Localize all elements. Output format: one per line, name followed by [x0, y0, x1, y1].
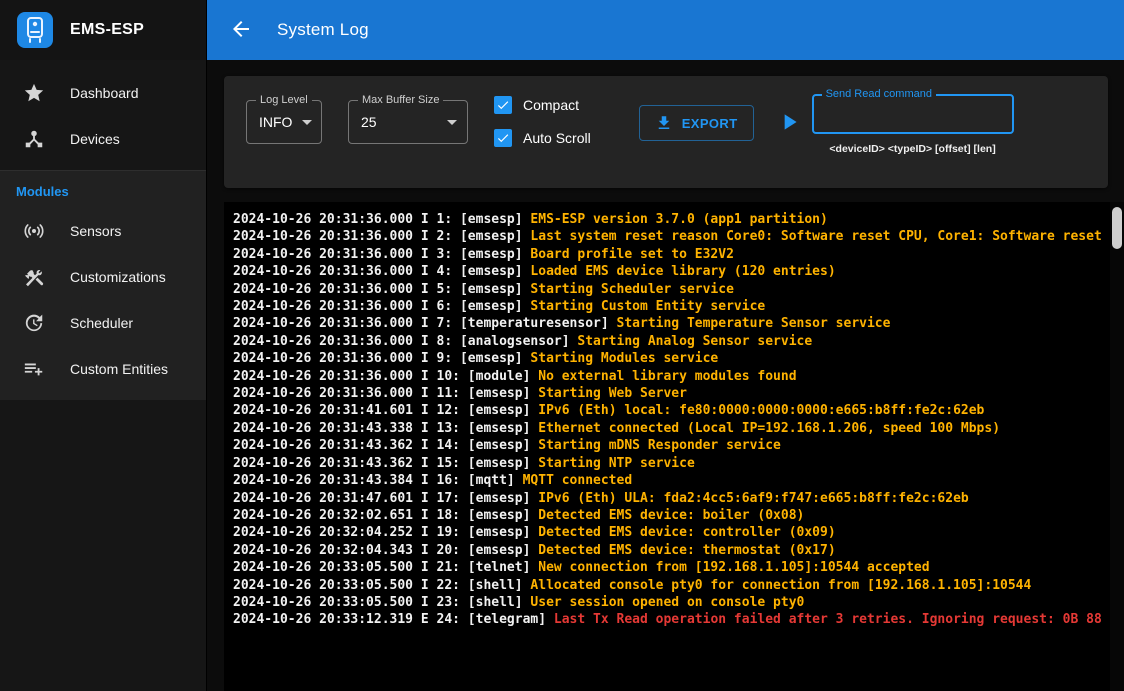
log-scrollbar-thumb[interactable]	[1112, 207, 1122, 249]
compact-label: Compact	[523, 97, 579, 113]
sidebar-item-scheduler[interactable]: Scheduler	[0, 300, 206, 346]
sidebar-item-label: Sensors	[70, 223, 121, 239]
sidebar: EMS-ESP Dashboard Devices Modules	[0, 0, 207, 691]
log-scrollbar	[1110, 202, 1124, 691]
sidebar-item-label: Dashboard	[70, 85, 139, 101]
log-line: 2024-10-26 20:31:36.000 I 8: [analogsens…	[233, 333, 1110, 350]
sidebar-modules-group: Modules Sensors	[0, 170, 206, 400]
log-line: 2024-10-26 20:31:43.384 I 16: [mqtt] MQT…	[233, 472, 1110, 489]
log-line: 2024-10-26 20:31:36.000 I 7: [temperatur…	[233, 315, 1110, 332]
log-line: 2024-10-26 20:31:36.000 I 1: [emsesp] EM…	[233, 211, 1110, 228]
main-area: System Log Log Level INFO Max Buffer Siz…	[207, 0, 1124, 691]
max-buffer-select[interactable]: Max Buffer Size 25	[348, 100, 468, 144]
star-icon	[22, 81, 46, 105]
send-read-command-label: Send Read command	[822, 88, 936, 100]
sidebar-header: EMS-ESP	[0, 0, 206, 60]
sidebar-item-label: Devices	[70, 131, 120, 147]
log-line: 2024-10-26 20:33:05.500 I 22: [shell] Al…	[233, 577, 1110, 594]
app-root: EMS-ESP Dashboard Devices Modules	[0, 0, 1124, 691]
send-command-button[interactable]	[776, 109, 802, 135]
log-line: 2024-10-26 20:31:47.601 I 17: [emsesp] I…	[233, 490, 1110, 507]
log-line: 2024-10-26 20:33:05.500 I 21: [telnet] N…	[233, 559, 1110, 576]
log-line: 2024-10-26 20:31:36.000 I 11: [emsesp] S…	[233, 385, 1110, 402]
send-read-command-field: Send Read command	[812, 94, 1014, 134]
log-panel: 2024-10-26 20:31:36.000 I 1: [emsesp] EM…	[224, 202, 1124, 691]
log-level-label: Log Level	[256, 94, 312, 106]
log-line: 2024-10-26 20:33:12.319 E 24: [telegram]…	[233, 611, 1110, 628]
compact-checkbox[interactable]: Compact	[494, 96, 591, 114]
send-command-helper-text: <deviceID> <typeID> [offset] [len]	[812, 143, 1014, 155]
log-level-select[interactable]: Log Level INFO	[246, 100, 322, 144]
ems-esp-logo-icon	[16, 11, 54, 49]
page-title: System Log	[277, 20, 369, 40]
arrow-back-icon	[229, 17, 253, 44]
auto-scroll-checkbox[interactable]: Auto Scroll	[494, 129, 591, 147]
send-read-command-input[interactable]	[824, 105, 1002, 123]
send-command-group: Send Read command <deviceID> <typeID> [o…	[812, 94, 1014, 155]
log-level-value: INFO	[259, 114, 292, 130]
log-line: 2024-10-26 20:32:04.343 I 20: [emsesp] D…	[233, 542, 1110, 559]
sidebar-item-label: Scheduler	[70, 315, 133, 331]
sensors-icon	[22, 219, 46, 243]
log-line: 2024-10-26 20:32:04.252 I 19: [emsesp] D…	[233, 524, 1110, 541]
download-icon	[655, 114, 673, 132]
log-line: 2024-10-26 20:32:02.651 I 18: [emsesp] D…	[233, 507, 1110, 524]
construction-tools-icon	[22, 265, 46, 289]
app-title: EMS-ESP	[70, 21, 144, 39]
sidebar-nav-top: Dashboard Devices	[0, 60, 206, 170]
log-line: 2024-10-26 20:31:36.000 I 2: [emsesp] La…	[233, 228, 1110, 245]
content: Log Level INFO Max Buffer Size 25 Compac…	[207, 60, 1124, 691]
log-line: 2024-10-26 20:31:36.000 I 9: [emsesp] St…	[233, 350, 1110, 367]
sidebar-item-label: Custom Entities	[70, 361, 168, 377]
log-output: 2024-10-26 20:31:36.000 I 1: [emsesp] EM…	[224, 202, 1124, 691]
back-button[interactable]	[227, 16, 255, 44]
checkbox-checked-icon	[494, 96, 512, 114]
export-label: EXPORT	[682, 116, 738, 131]
log-line: 2024-10-26 20:31:36.000 I 3: [emsesp] Bo…	[233, 246, 1110, 263]
checkbox-checked-icon	[494, 129, 512, 147]
device-hub-icon	[22, 127, 46, 151]
appbar: System Log	[207, 0, 1124, 60]
sidebar-item-sensors[interactable]: Sensors	[0, 208, 206, 254]
auto-scroll-label: Auto Scroll	[523, 130, 591, 146]
max-buffer-value: 25	[361, 114, 377, 130]
max-buffer-label: Max Buffer Size	[358, 94, 443, 106]
sidebar-item-dashboard[interactable]: Dashboard	[0, 70, 206, 116]
log-line: 2024-10-26 20:31:41.601 I 12: [emsesp] I…	[233, 402, 1110, 419]
log-controls-card: Log Level INFO Max Buffer Size 25 Compac…	[224, 76, 1108, 188]
sidebar-item-custom-entities[interactable]: Custom Entities	[0, 346, 206, 392]
log-line: 2024-10-26 20:33:05.500 I 23: [shell] Us…	[233, 594, 1110, 611]
sidebar-spacer	[0, 400, 206, 691]
play-icon	[776, 123, 802, 138]
playlist-add-icon	[22, 357, 46, 381]
log-line: 2024-10-26 20:31:36.000 I 5: [emsesp] St…	[233, 281, 1110, 298]
log-line: 2024-10-26 20:31:43.338 I 13: [emsesp] E…	[233, 420, 1110, 437]
chevron-down-icon	[302, 120, 312, 125]
export-button[interactable]: EXPORT	[639, 105, 754, 141]
checkbox-group: Compact Auto Scroll	[494, 96, 591, 147]
log-line: 2024-10-26 20:31:36.000 I 4: [emsesp] Lo…	[233, 263, 1110, 280]
sidebar-item-customizations[interactable]: Customizations	[0, 254, 206, 300]
sidebar-section-modules: Modules	[0, 171, 206, 208]
log-line: 2024-10-26 20:31:36.000 I 6: [emsesp] St…	[233, 298, 1110, 315]
sidebar-item-devices[interactable]: Devices	[0, 116, 206, 162]
clock-update-icon	[22, 311, 46, 335]
chevron-down-icon	[447, 120, 457, 125]
sidebar-item-label: Customizations	[70, 269, 166, 285]
log-line: 2024-10-26 20:31:36.000 I 10: [module] N…	[233, 368, 1110, 385]
log-line: 2024-10-26 20:31:43.362 I 14: [emsesp] S…	[233, 437, 1110, 454]
log-line: 2024-10-26 20:31:43.362 I 15: [emsesp] S…	[233, 455, 1110, 472]
